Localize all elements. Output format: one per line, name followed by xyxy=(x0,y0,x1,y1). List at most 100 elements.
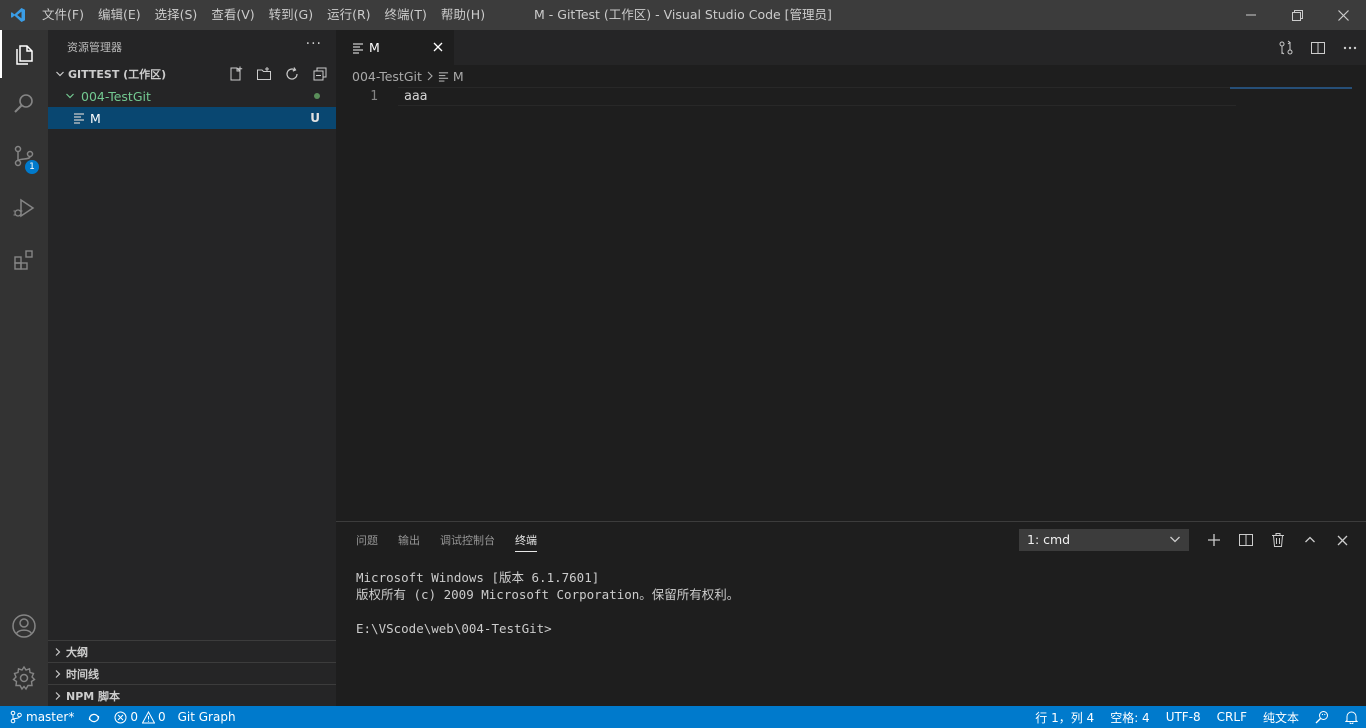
file-text-icon xyxy=(73,112,85,124)
menu-view[interactable]: 查看(V) xyxy=(204,0,261,30)
error-icon xyxy=(114,711,127,724)
code-line[interactable]: aaa xyxy=(404,87,427,106)
code-editor[interactable]: 1 aaa xyxy=(336,87,1366,521)
refresh-button[interactable] xyxy=(281,64,302,84)
menu-go[interactable]: 转到(G) xyxy=(262,0,320,30)
tab-debug-console[interactable]: 调试控制台 xyxy=(440,522,495,560)
menu-edit[interactable]: 编辑(E) xyxy=(91,0,148,30)
problems-status[interactable]: 0 0 xyxy=(114,706,166,728)
restore-button[interactable] xyxy=(1274,0,1320,30)
language-mode[interactable]: 纯文本 xyxy=(1263,706,1299,728)
timeline-label: 时间线 xyxy=(66,667,99,681)
split-editor-button[interactable] xyxy=(1302,30,1334,65)
line-number: 1 xyxy=(370,89,378,104)
terminal-line: 版权所有 (c) 2009 Microsoft Corporation。保留所有… xyxy=(356,587,740,602)
file-text-icon xyxy=(438,71,449,82)
outline-pane[interactable]: 大纲 xyxy=(48,640,336,662)
close-panel-button[interactable] xyxy=(1326,527,1358,553)
terminal-select[interactable]: 1: cmd xyxy=(1019,529,1189,551)
scm-badge: 1 xyxy=(25,160,39,174)
timeline-pane[interactable]: 时间线 xyxy=(48,662,336,684)
more-actions-button[interactable]: ··· xyxy=(306,36,322,52)
collapse-all-button[interactable] xyxy=(309,64,330,84)
explorer-activity[interactable] xyxy=(0,30,48,78)
indentation[interactable]: 空格: 4 xyxy=(1110,706,1150,728)
outline-label: 大纲 xyxy=(66,645,88,659)
more-editor-actions-button[interactable] xyxy=(1334,30,1366,65)
breadcrumb-folder[interactable]: 004-TestGit xyxy=(352,69,422,84)
source-control-activity[interactable]: 1 xyxy=(0,132,48,180)
search-activity[interactable] xyxy=(0,80,48,128)
menu-help[interactable]: 帮助(H) xyxy=(434,0,492,30)
extensions-activity[interactable] xyxy=(0,236,48,284)
tab-output[interactable]: 输出 xyxy=(398,522,420,560)
tab-problems[interactable]: 问题 xyxy=(356,522,378,560)
terminal-line: Microsoft Windows [版本 6.1.7601] xyxy=(356,570,600,585)
bottom-panel: 问题 输出 调试控制台 终端 1: cmd Microsoft Windows … xyxy=(336,521,1366,706)
chevron-down-icon xyxy=(1169,532,1181,546)
terminal-select-value: 1: cmd xyxy=(1027,532,1071,547)
menu-bar: 文件(F) 编辑(E) 选择(S) 查看(V) 转到(G) 运行(R) 终端(T… xyxy=(35,0,492,30)
menu-selection[interactable]: 选择(S) xyxy=(148,0,205,30)
minimize-button[interactable] xyxy=(1228,0,1274,30)
vscode-logo-icon xyxy=(0,0,35,30)
menu-terminal[interactable]: 终端(T) xyxy=(378,0,434,30)
current-line-highlight xyxy=(398,87,1236,106)
window-controls xyxy=(1228,0,1366,30)
bell-icon xyxy=(1345,710,1358,724)
accounts-activity[interactable] xyxy=(0,602,48,650)
cursor-position[interactable]: 行 1，列 4 xyxy=(1035,706,1094,728)
status-bar: master* 0 0 Git Graph 行 1，列 4 空格: 4 UTF-… xyxy=(0,706,1366,728)
editor-actions xyxy=(1270,30,1366,65)
manage-activity[interactable] xyxy=(0,654,48,702)
run-debug-icon xyxy=(12,196,36,220)
account-icon xyxy=(11,613,37,639)
new-file-button[interactable] xyxy=(225,64,246,84)
files-icon xyxy=(12,42,36,66)
sync-icon xyxy=(86,710,102,724)
chevron-right-icon xyxy=(50,688,66,704)
branch-status[interactable]: master* xyxy=(10,706,74,728)
warning-icon xyxy=(141,710,155,724)
feedback-button[interactable] xyxy=(1315,706,1329,728)
workspace-section-header[interactable]: GITTEST (工作区) xyxy=(48,63,336,85)
new-folder-button[interactable] xyxy=(253,64,274,84)
notifications-button[interactable] xyxy=(1345,706,1358,728)
file-row[interactable]: M U xyxy=(48,107,336,129)
sync-button[interactable] xyxy=(86,706,102,728)
tab-terminal[interactable]: 终端 xyxy=(515,522,537,560)
end-of-line[interactable]: CRLF xyxy=(1217,706,1247,728)
menu-file[interactable]: 文件(F) xyxy=(35,0,91,30)
feedback-icon xyxy=(1315,710,1329,724)
error-count: 0 xyxy=(130,710,138,724)
run-debug-activity[interactable] xyxy=(0,184,48,232)
chevron-down-icon xyxy=(52,66,68,82)
breadcrumb: 004-TestGit M xyxy=(336,65,1366,87)
file-text-icon xyxy=(352,42,364,54)
encoding[interactable]: UTF-8 xyxy=(1166,706,1201,728)
close-window-button[interactable] xyxy=(1320,0,1366,30)
new-terminal-button[interactable] xyxy=(1198,527,1230,553)
git-graph-button[interactable]: Git Graph xyxy=(178,706,236,728)
panel-actions xyxy=(1198,527,1358,553)
chevron-right-icon xyxy=(50,666,66,682)
open-changes-button[interactable] xyxy=(1270,30,1302,65)
split-terminal-button[interactable] xyxy=(1230,527,1262,553)
git-branch-icon xyxy=(10,710,22,724)
minimap[interactable] xyxy=(1230,87,1352,89)
close-tab-button[interactable] xyxy=(430,39,446,55)
warning-count: 0 xyxy=(157,710,166,724)
breadcrumb-file[interactable]: M xyxy=(453,69,464,84)
terminal-output[interactable]: Microsoft Windows [版本 6.1.7601] 版权所有 (c)… xyxy=(356,569,739,637)
npm-scripts-pane[interactable]: NPM 脚本 xyxy=(48,684,336,706)
editor-area: M 004-TestGit M 1 aaa xyxy=(336,30,1366,521)
tab-m[interactable]: M xyxy=(336,30,454,65)
folder-row[interactable]: 004-TestGit xyxy=(48,85,336,107)
workspace-name: GITTEST (工作区) xyxy=(68,68,167,81)
menu-run[interactable]: 运行(R) xyxy=(320,0,377,30)
trash-icon[interactable] xyxy=(1262,527,1294,553)
maximize-panel-button[interactable] xyxy=(1294,527,1326,553)
branch-name: master* xyxy=(26,710,75,724)
folder-name: 004-TestGit xyxy=(81,88,151,104)
